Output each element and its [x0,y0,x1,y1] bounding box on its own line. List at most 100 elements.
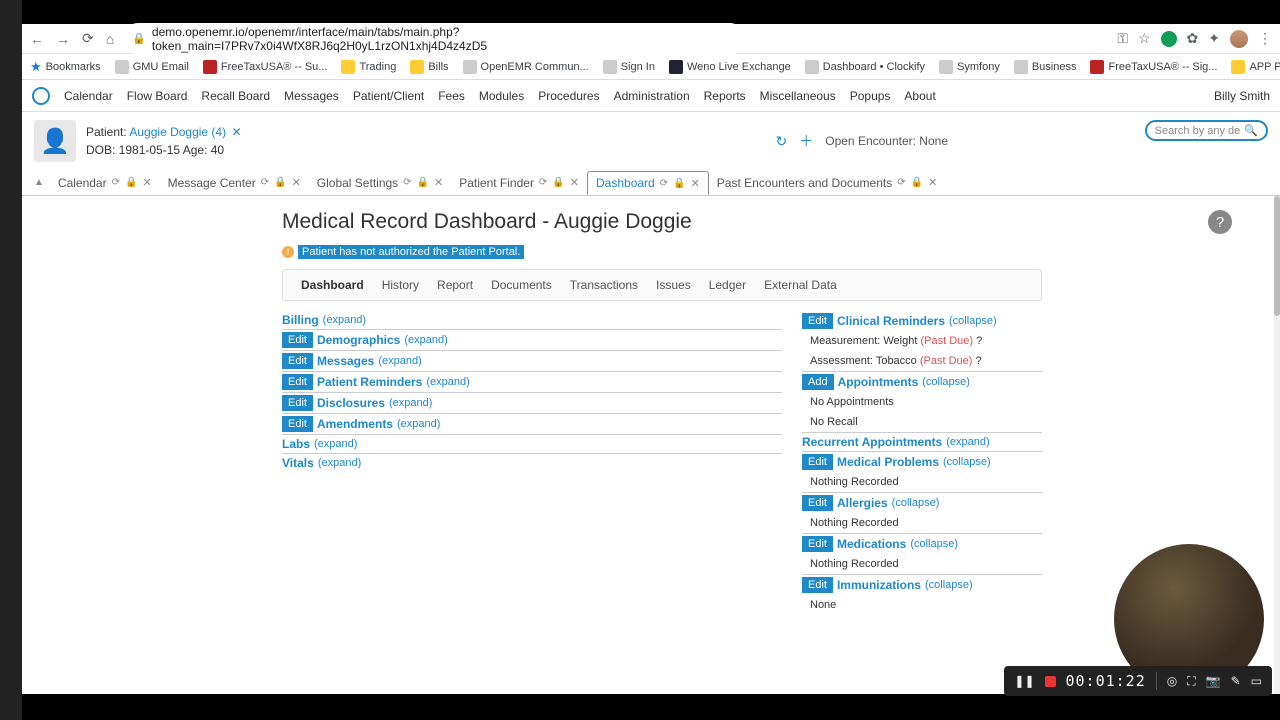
lock-icon[interactable]: 🔒 [125,177,137,188]
toggle-link[interactable]: (expand) [318,457,361,469]
toggle-link[interactable]: (collapse) [922,376,970,388]
toggle-link[interactable]: (expand) [314,438,357,450]
subnav-documents[interactable]: Documents [491,278,552,292]
nav-calendar[interactable]: Calendar [64,89,113,103]
nav-procedures[interactable]: Procedures [538,89,599,103]
edit-button[interactable]: Edit [802,495,833,511]
url-field[interactable]: 🔒 demo.openemr.io/openemr/interface/main… [124,23,744,55]
bookmark-item[interactable]: Symfony [939,60,1000,74]
edit-button[interactable]: Edit [282,332,313,348]
refresh-icon[interactable]: ⟳ [403,177,411,188]
section-title[interactable]: Medical Problems [837,455,939,469]
subnav-history[interactable]: History [382,278,419,292]
close-icon[interactable]: ✕ [142,176,151,189]
section-title[interactable]: Allergies [837,496,888,510]
section-title[interactable]: Recurrent Appointments [802,435,942,449]
close-icon[interactable]: ✕ [434,176,443,189]
section-title[interactable]: Amendments [317,417,393,431]
section-title[interactable]: Medications [837,537,906,551]
edit-button[interactable]: Edit [802,454,833,470]
bookmark-item[interactable]: Trading [341,60,396,74]
key-icon[interactable]: ⚿ [1117,30,1128,47]
home-icon[interactable]: ⌂ [106,31,114,47]
window-icon[interactable]: ▭ [1251,674,1262,688]
menu-icon[interactable]: ⋮ [1258,30,1272,47]
subnav-external data[interactable]: External Data [764,278,837,292]
toggle-link[interactable]: (expand) [378,355,421,367]
nav-patient[interactable]: Patient/Client [353,89,424,103]
section-title[interactable]: Messages [317,354,374,368]
bookmark-item[interactable]: ★Bookmarks [30,59,101,75]
section-title[interactable]: Clinical Reminders [837,314,945,328]
camera-icon[interactable]: 📷 [1206,674,1221,688]
current-user[interactable]: Billy Smith [1214,89,1270,103]
edit-button[interactable]: Edit [282,416,313,432]
tab-dashboard[interactable]: Dashboard ⟳ 🔒 ✕ [587,171,709,195]
oemr-logo-icon[interactable] [32,87,50,105]
edit-button[interactable]: Edit [802,577,833,593]
toggle-link[interactable]: (collapse) [925,579,973,591]
history-icon[interactable]: ↻ [776,133,788,150]
section-title[interactable]: Patient Reminders [317,375,422,389]
refresh-icon[interactable]: ⟳ [539,177,547,188]
bookmark-item[interactable]: FreeTaxUSA® -- Su... [203,60,328,74]
clear-patient-icon[interactable]: ✕ [231,125,241,139]
chevron-up-icon[interactable]: ▲ [28,177,50,188]
subnav-report[interactable]: Report [437,278,473,292]
close-icon[interactable]: ✕ [292,176,301,189]
toggle-link[interactable]: (expand) [426,376,469,388]
toggle-link[interactable]: (expand) [397,418,440,430]
section-title[interactable]: Demographics [317,333,400,347]
extension-grammarly-icon[interactable] [1161,31,1177,47]
extensions-icon[interactable]: ✦ [1208,30,1220,47]
forward-icon[interactable]: → [56,31,70,47]
nav-fees[interactable]: Fees [438,89,465,103]
nav-about[interactable]: About [904,89,935,103]
nav-popups[interactable]: Popups [850,89,891,103]
close-icon[interactable]: ✕ [570,176,579,189]
lock-icon[interactable]: 🔒 [552,177,564,188]
bookmark-item[interactable]: APP Projects [1231,60,1280,74]
bookmark-item[interactable]: Weno Live Exchange [669,60,791,74]
close-icon[interactable]: ✕ [928,176,937,189]
stop-icon[interactable] [1045,676,1056,687]
nav-misc[interactable]: Miscellaneous [760,89,836,103]
tab-global-settings[interactable]: Global Settings ⟳ 🔒 ✕ [309,171,451,194]
edit-button[interactable]: Edit [282,374,313,390]
nav-flowboard[interactable]: Flow Board [127,89,188,103]
profile-avatar[interactable] [1230,30,1248,48]
edit-button[interactable]: Edit [802,536,833,552]
section-title[interactable]: Vitals [282,456,314,470]
bookmark-item[interactable]: OpenEMR Commun... [463,60,589,74]
lock-icon[interactable]: 🔒 [274,177,286,188]
lock-icon[interactable]: 🔒 [417,177,429,188]
scrollbar[interactable] [1274,196,1280,694]
subnav-issues[interactable]: Issues [656,278,691,292]
section-title[interactable]: Disclosures [317,396,385,410]
subnav-transactions[interactable]: Transactions [570,278,638,292]
toggle-link[interactable]: (collapse) [943,456,991,468]
bookmark-item[interactable]: FreeTaxUSA® -- Sig... [1090,60,1217,74]
toggle-link[interactable]: (expand) [389,397,432,409]
edit-button[interactable]: Edit [802,313,833,329]
bookmark-item[interactable]: GMU Email [115,60,189,74]
edit-button[interactable]: Edit [282,353,313,369]
toggle-link[interactable]: (collapse) [910,538,958,550]
back-icon[interactable]: ← [30,31,44,47]
help-icon[interactable]: ? [1208,210,1232,234]
pause-icon[interactable]: ❚❚ [1014,674,1034,688]
refresh-icon[interactable]: ⟳ [261,177,269,188]
search-icon[interactable]: 🔍 [1244,124,1258,137]
pencil-icon[interactable]: ✎ [1231,674,1241,688]
close-icon[interactable]: ✕ [691,177,700,190]
toggle-link[interactable]: (collapse) [949,315,997,327]
refresh-icon[interactable]: ⟳ [897,177,905,188]
nav-modules[interactable]: Modules [479,89,524,103]
section-title[interactable]: Billing [282,313,319,327]
refresh-icon[interactable]: ⟳ [660,178,668,189]
toggle-link[interactable]: (expand) [323,314,366,326]
nav-administration[interactable]: Administration [614,89,690,103]
lock-icon[interactable]: 🔒 [673,178,685,189]
toggle-link[interactable]: (expand) [404,334,447,346]
gear-icon[interactable]: ✿ [1187,30,1199,47]
